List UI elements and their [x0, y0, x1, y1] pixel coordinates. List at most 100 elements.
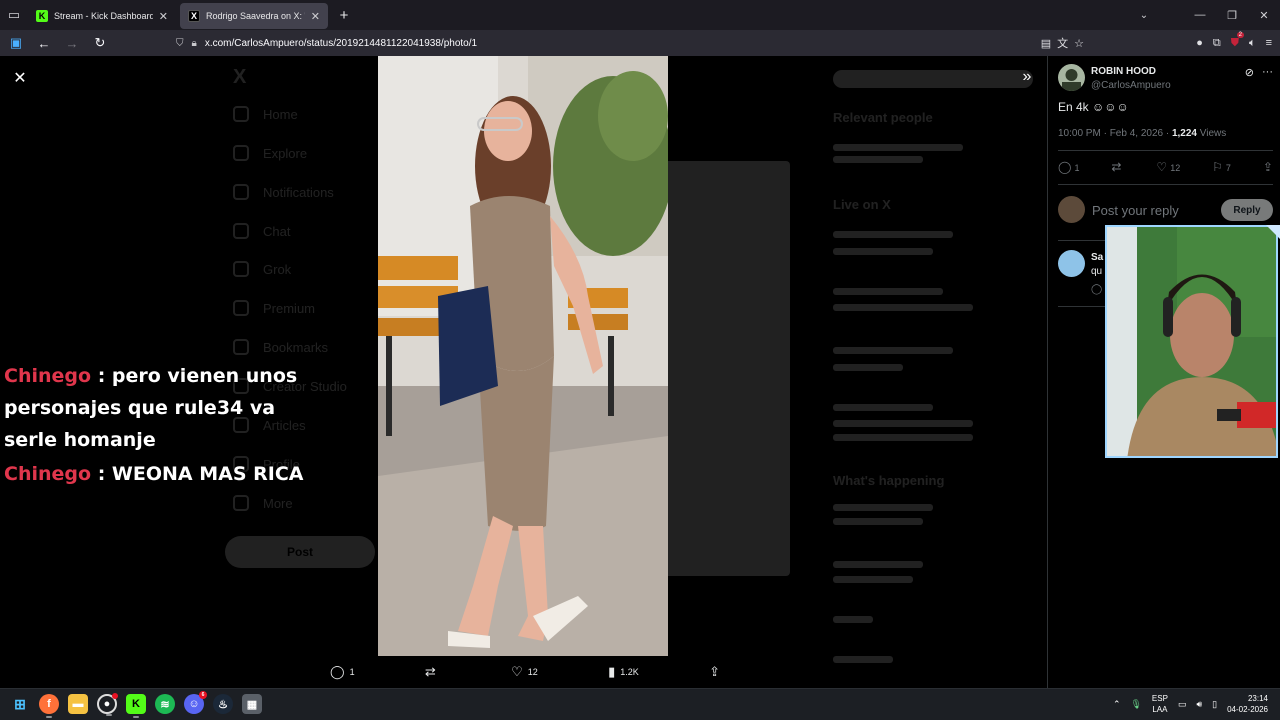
- share-icon: ⇪: [709, 664, 720, 679]
- forward-icon[interactable]: →: [60, 31, 84, 55]
- sidebar-toggle-icon[interactable]: ▣: [4, 31, 28, 55]
- heart-icon: ♡: [511, 664, 523, 679]
- reader-view-icon[interactable]: ▤: [1041, 37, 1051, 50]
- tab-kick-dashboard[interactable]: K Stream - Kick Dashboard ✕: [28, 3, 176, 29]
- more-options-icon[interactable]: ···: [1262, 66, 1273, 79]
- tweet-time[interactable]: 10:00 PM · Feb 4, 2026 ·: [1058, 128, 1172, 139]
- microphone-icon[interactable]: 🎙︎: [1130, 699, 1141, 710]
- post-author-header: ROBIN HOOD @CarlosAmpuero ⊘ ···: [1058, 64, 1273, 94]
- views-count: 1.2K: [620, 667, 639, 677]
- repost-button[interactable]: ⇄: [1111, 160, 1124, 174]
- reply-icon[interactable]: ◯: [1091, 284, 1102, 295]
- tab-overview-icon[interactable]: ▭: [0, 0, 28, 30]
- list-tabs-icon[interactable]: ⌄: [1130, 0, 1158, 30]
- media-repost-button[interactable]: ⇄: [425, 664, 441, 680]
- windows-start-icon[interactable]: ⊞: [10, 694, 30, 714]
- share-button[interactable]: ⇪: [1263, 160, 1273, 174]
- page-content: X Home Explore Notifications Chat Grok P…: [0, 56, 1280, 688]
- webcam-corner-decoration: [1266, 225, 1280, 239]
- translate-icon[interactable]: 文: [1057, 35, 1068, 51]
- close-window-icon[interactable]: ✕: [1248, 0, 1280, 30]
- author-handle[interactable]: @CarlosAmpuero: [1091, 80, 1171, 91]
- reply-submit-button[interactable]: Reply: [1221, 199, 1273, 221]
- back-icon[interactable]: ←: [32, 31, 56, 55]
- chat-username: Chinego: [4, 365, 92, 387]
- x-logo-icon: X: [233, 66, 247, 88]
- reload-icon[interactable]: ↻: [88, 31, 112, 55]
- media-like-button[interactable]: ♡ 12: [511, 664, 538, 680]
- spotify-icon[interactable]: ≋: [155, 694, 175, 714]
- firefox-icon[interactable]: f: [39, 694, 59, 718]
- like-button[interactable]: ♡ 12: [1156, 160, 1180, 174]
- heart-icon: ♡: [1156, 160, 1168, 174]
- grok-icon[interactable]: ⊘: [1245, 66, 1254, 79]
- comment-author[interactable]: Sa: [1091, 252, 1103, 263]
- url-text[interactable]: x.com/CarlosAmpuero/status/2019214481122…: [205, 38, 477, 49]
- bg-nav-explore: Explore: [233, 145, 307, 161]
- tweet-views-label: Views: [1196, 128, 1227, 139]
- avatar[interactable]: [1058, 64, 1085, 91]
- chat-username: Chinego: [4, 463, 92, 485]
- speaker-icon[interactable]: 🔈︎: [1249, 37, 1256, 50]
- media-views-button[interactable]: ▮ 1.2K: [608, 664, 639, 680]
- bg-nav-grok: Grok: [233, 261, 291, 277]
- bg-nav-premium: Premium: [233, 300, 315, 316]
- battery-icon[interactable]: ▯: [1212, 699, 1217, 710]
- bg-nav-chat: Chat: [233, 223, 290, 239]
- chat-text: : WEONA MAS RICA: [97, 463, 304, 485]
- menu-icon[interactable]: ≡: [1266, 37, 1272, 49]
- tweet-text: En 4k ☺☺☺: [1058, 100, 1129, 114]
- clock-time: 23:14: [1247, 694, 1268, 703]
- minimize-icon[interactable]: —: [1184, 0, 1216, 30]
- ublock-icon[interactable]: ⛊ 2: [1231, 31, 1244, 50]
- restore-icon[interactable]: ❐: [1216, 0, 1248, 30]
- close-tab-icon[interactable]: ✕: [159, 10, 168, 23]
- extensions-icon[interactable]: ⧉: [1213, 37, 1221, 50]
- reply-icon: ◯: [1058, 160, 1072, 174]
- bookmark-icon: ⚐: [1212, 160, 1223, 174]
- shield-icon[interactable]: ⛉: [176, 38, 184, 49]
- stream-chat-overlay: Chinego : pero vienen unos personajes qu…: [4, 360, 324, 492]
- clock[interactable]: 23:14 04-02-2026: [1227, 693, 1268, 715]
- close-media-icon[interactable]: ✕: [10, 68, 30, 88]
- obs-icon[interactable]: ●: [97, 693, 118, 716]
- expand-panel-icon[interactable]: »: [1016, 66, 1038, 88]
- media-reply-button[interactable]: ◯ 1: [330, 664, 355, 680]
- url-bar[interactable]: ⛉ 🔒︎ x.com/CarlosAmpuero/status/20192144…: [176, 33, 1076, 53]
- bg-nav-bookmarks: Bookmarks: [233, 339, 328, 355]
- media-action-bar: ◯ 1 ⇄ ♡ 12 ▮ 1.2K ⇪: [330, 662, 720, 682]
- new-tab-button[interactable]: +: [332, 7, 356, 24]
- network-icon[interactable]: ▭: [1178, 699, 1187, 710]
- reply-button[interactable]: ◯ 1: [1058, 160, 1079, 174]
- calculator-icon[interactable]: ▦: [242, 694, 262, 714]
- author-name[interactable]: ROBIN HOOD: [1091, 66, 1156, 77]
- tweet-meta: 10:00 PM · Feb 4, 2026 · 1,224 Views: [1058, 128, 1226, 139]
- streamer-webcam-image: [1107, 227, 1276, 456]
- file-explorer-icon[interactable]: ▬: [68, 694, 88, 714]
- extension-circle-icon[interactable]: ●: [1196, 37, 1203, 49]
- kick-icon[interactable]: K: [126, 694, 146, 718]
- avatar: [1058, 196, 1085, 223]
- lock-icon[interactable]: 🔒︎: [192, 38, 197, 49]
- reply-input[interactable]: Post your reply: [1092, 203, 1179, 218]
- clock-date: 04-02-2026: [1227, 705, 1268, 714]
- webcam-overlay: [1105, 225, 1278, 458]
- avatar[interactable]: [1058, 250, 1085, 277]
- comment-text: qu: [1091, 266, 1103, 277]
- show-hidden-icons-icon[interactable]: ⌃: [1113, 699, 1121, 710]
- steam-icon[interactable]: ♨: [213, 694, 233, 714]
- bookmark-star-icon[interactable]: ☆: [1074, 37, 1084, 50]
- post-photo[interactable]: [378, 56, 668, 656]
- bg-nav-notifications: Notifications: [233, 184, 334, 200]
- reply-icon: ◯: [330, 664, 345, 679]
- discord-icon[interactable]: ☺ 6: [184, 691, 207, 714]
- volume-icon[interactable]: 🔊︎: [1196, 699, 1202, 710]
- bookmark-button[interactable]: ⚐ 7: [1212, 160, 1231, 174]
- reply-count: 1: [349, 667, 355, 677]
- language-indicator[interactable]: ESP LAA: [1152, 693, 1168, 715]
- tweet-views-count: 1,224: [1171, 128, 1197, 139]
- close-tab-icon[interactable]: ✕: [311, 10, 320, 23]
- tab-x-post[interactable]: X Rodrigo Saavedra on X: "Perm ✕: [180, 3, 328, 29]
- bg-post-button: Post: [225, 536, 375, 568]
- media-share-button[interactable]: ⇪: [709, 664, 720, 680]
